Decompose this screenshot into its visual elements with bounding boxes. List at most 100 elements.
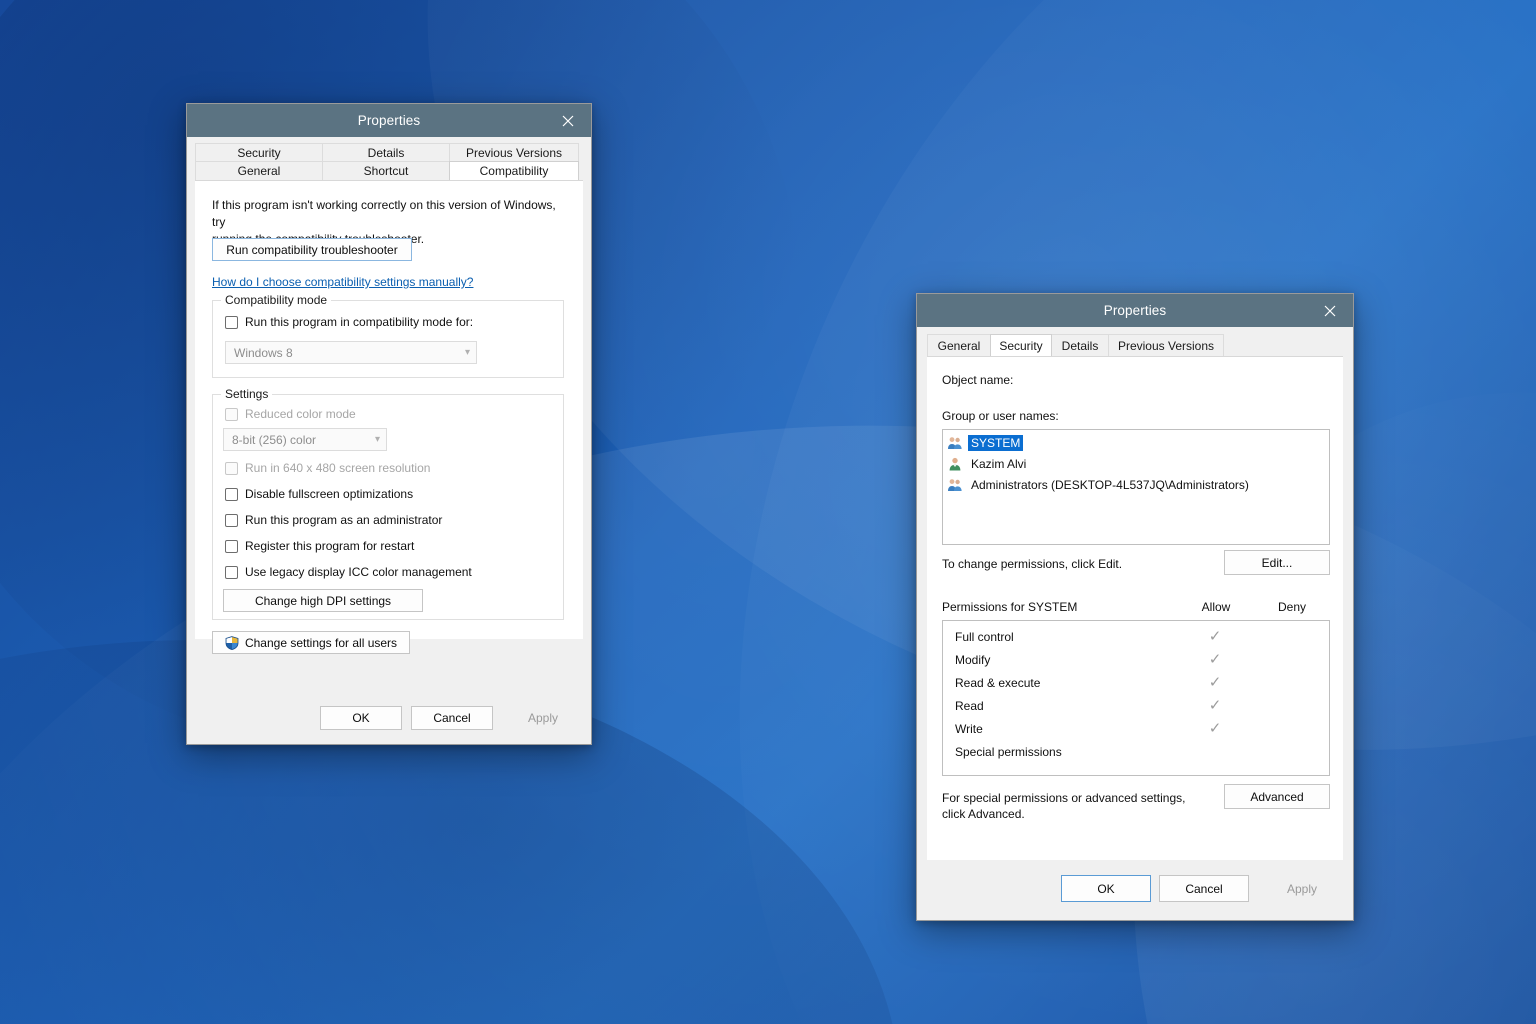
allow-cell[interactable]: ✓ [1177,721,1253,736]
allow-cell[interactable]: ✓ [1177,675,1253,690]
object-name-label: Object name: [942,373,1014,387]
tab-details[interactable]: Details [322,143,450,161]
compatibility-mode-group: Compatibility mode Run this program in c… [212,293,564,378]
deny-column-header: Deny [1277,600,1306,614]
permissions-header: Permissions for SYSTEM Allow Deny [942,600,1330,614]
permission-name: Read & execute [955,675,1041,690]
checkbox-label: Run this program as an administrator [245,513,443,527]
tab-security[interactable]: Security [195,143,323,161]
table-row[interactable]: Read & execute ✓ [943,671,1329,694]
group-or-user-names-listbox[interactable]: SYSTEM Kazim Alvi Administrators (DESKTO… [942,429,1330,545]
list-item[interactable]: Administrators (DESKTOP-4L537JQ\Administ… [943,474,1329,495]
checkbox-label: Disable fullscreen optimizations [245,487,414,501]
table-row[interactable]: Modify ✓ [943,648,1329,671]
button-label: OK [1097,881,1115,896]
close-icon[interactable] [545,104,591,137]
checkbox-label: Reduced color mode [245,407,356,421]
checkbox-box [225,487,238,501]
security-properties-window[interactable]: Properties General Security Details Prev… [916,293,1354,921]
group-or-user-names-label: Group or user names: [942,409,1059,423]
compat-tabrow-bottom: General Shortcut Compatibility [195,161,583,180]
checkbox-box [225,565,238,579]
group-icon [947,477,963,493]
permissions-table[interactable]: Full control ✓ Modify ✓ Read & execute ✓… [942,620,1330,776]
checkbox-box [225,513,238,527]
register-for-restart-checkbox[interactable]: Register this program for restart [225,539,414,553]
cancel-button[interactable]: Cancel [1159,875,1249,902]
list-item-label: SYSTEM [968,434,1024,451]
ok-button[interactable]: OK [320,706,402,730]
tab-general[interactable]: General [195,161,323,180]
checkbox-box [225,539,238,553]
advanced-hint-line1: For special permissions or advanced sett… [942,791,1186,805]
tab-previous-versions[interactable]: Previous Versions [1108,334,1224,356]
compatibility-settings-help-link[interactable]: How do I choose compatibility settings m… [212,275,473,289]
run-as-administrator-checkbox[interactable]: Run this program as an administrator [225,513,442,527]
run-compatibility-troubleshooter-button[interactable]: Run compatibility troubleshooter [212,238,412,261]
security-titlebar[interactable]: Properties [917,294,1353,327]
button-label: Advanced [1250,789,1304,804]
button-label: Cancel [433,711,471,725]
security-window-title: Properties [1103,303,1167,318]
group-icon [947,435,963,451]
compat-footer: OK Cancel Apply [187,697,591,744]
chevron-down-icon: ▾ [374,433,380,445]
checkbox-box [225,461,238,475]
table-row[interactable]: Full control ✓ [943,625,1329,648]
tab-label: Details [367,145,405,160]
checkbox-label: Register this program for restart [245,539,415,553]
disable-fullscreen-optimizations-checkbox[interactable]: Disable fullscreen optimizations [225,487,413,501]
ok-button[interactable]: OK [1061,875,1151,902]
table-row[interactable]: Special permissions [943,740,1329,763]
checkmark-icon: ✓ [1208,628,1222,645]
allow-cell[interactable]: ✓ [1177,652,1253,667]
change-settings-for-all-users-button[interactable]: Change settings for all users [212,631,410,654]
tab-details[interactable]: Details [1051,334,1109,356]
tab-label: Compatibility [479,164,549,178]
tab-shortcut[interactable]: Shortcut [322,161,450,180]
allow-cell[interactable]: ✓ [1177,698,1253,713]
reduced-color-mode-checkbox[interactable]: Reduced color mode [225,407,356,421]
tab-compatibility[interactable]: Compatibility [449,161,579,180]
button-label: Apply [527,711,559,725]
list-item[interactable]: Kazim Alvi [943,453,1329,474]
tab-security[interactable]: Security [990,334,1052,356]
apply-button[interactable]: Apply [1257,875,1347,902]
edit-button[interactable]: Edit... [1224,550,1330,575]
tab-previous-versions[interactable]: Previous Versions [449,143,579,161]
chevron-down-icon: ▾ [464,346,470,358]
table-row[interactable]: Write ✓ [943,717,1329,740]
checkbox-label: Run in 640 x 480 screen resolution [245,461,431,475]
advanced-hint-line2: click Advanced. [942,807,1025,821]
compatibility-properties-window[interactable]: Properties Security Details Previous Ver… [186,103,592,745]
tab-label: Previous Versions [465,145,563,160]
legacy-icc-color-checkbox[interactable]: Use legacy display ICC color management [225,565,472,579]
compat-titlebar[interactable]: Properties [187,104,591,137]
close-icon[interactable] [1307,294,1353,327]
tab-label: Details [1061,338,1099,353]
compatibility-mode-select[interactable]: Windows 8 ▾ [225,341,477,364]
button-label: Change high DPI settings [254,593,392,608]
run-in-compatibility-mode-checkbox[interactable]: Run this program in compatibility mode f… [225,315,473,329]
list-item[interactable]: SYSTEM [943,432,1329,453]
security-tabpane: Object name: Group or user names: SYSTEM [927,356,1343,860]
cancel-button[interactable]: Cancel [411,706,493,730]
allow-column-header: Allow [1201,600,1231,614]
uac-shield-icon [225,635,239,650]
button-label: Run compatibility troubleshooter [226,242,398,257]
change-high-dpi-settings-button[interactable]: Change high DPI settings [223,589,423,612]
table-row[interactable]: Read ✓ [943,694,1329,717]
tab-general[interactable]: General [927,334,991,356]
run-640x480-checkbox[interactable]: Run in 640 x 480 screen resolution [225,461,430,475]
link-label: How do I choose compatibility settings m… [212,275,474,289]
security-footer: OK Cancel Apply [917,862,1353,920]
checkbox-label: Use legacy display ICC color management [245,565,472,579]
color-depth-select[interactable]: 8-bit (256) color ▾ [223,428,387,451]
allow-cell[interactable]: ✓ [1177,629,1253,644]
advanced-button[interactable]: Advanced [1224,784,1330,809]
security-tabstrip: General Security Details Previous Versio… [917,327,1353,356]
apply-button[interactable]: Apply [502,706,584,730]
advanced-settings-hint: For special permissions or advanced sett… [942,790,1212,822]
button-label: Apply [1286,881,1318,896]
compat-intro-line1: If this program isn't working correctly … [212,198,556,229]
